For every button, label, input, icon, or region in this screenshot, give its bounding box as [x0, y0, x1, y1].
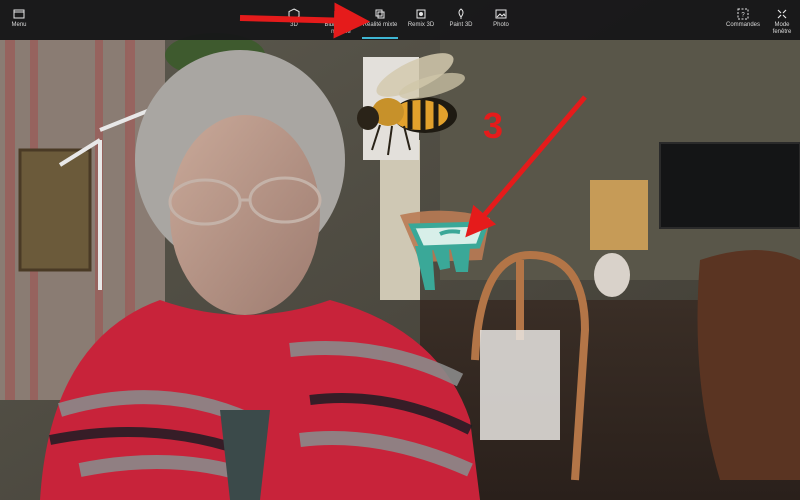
mixed-reality-icon: [375, 9, 385, 19]
camera-view[interactable]: [0, 0, 800, 500]
tv: [659, 142, 800, 229]
commands-label: Commandes: [725, 22, 760, 28]
menu-icon: [13, 9, 25, 19]
top-toolbar: Menu 3D Bibliothèque modèle Réalité mixt…: [0, 0, 800, 40]
tool-photo-label: Photo: [493, 22, 509, 28]
window-mode-button[interactable]: Mode fenêtre: [768, 0, 796, 40]
box-icon: [288, 8, 300, 20]
annotation-step-number: 3: [483, 105, 504, 146]
collapse-icon: [777, 9, 787, 19]
svg-text:?: ?: [741, 13, 745, 19]
tool-library-label: Bibliothèque modèle: [324, 22, 358, 35]
library-icon: [336, 8, 346, 20]
commands-icon: ?: [737, 8, 749, 20]
window-mode-label: Mode fenêtre: [772, 22, 792, 35]
photo-icon: [495, 9, 507, 19]
tool-photo[interactable]: Photo: [486, 0, 516, 40]
armchair: [697, 250, 800, 480]
active-tab-indicator: [362, 37, 398, 39]
tool-remix3d-label: Remix 3D: [407, 22, 435, 28]
tool-3d[interactable]: 3D: [282, 0, 306, 40]
tool-mixed-reality[interactable]: Réalité mixte: [360, 0, 400, 40]
tool-remix3d[interactable]: Remix 3D: [404, 0, 438, 40]
tool-3d-label: 3D: [290, 22, 298, 28]
menu-label: Menu: [11, 22, 27, 28]
tool-mixed-reality-label: Réalité mixte: [362, 22, 398, 28]
painting: [18, 148, 92, 272]
remix-icon: [416, 9, 426, 19]
tool-paint3d[interactable]: Paint 3D: [445, 0, 477, 40]
paint-icon: [458, 8, 464, 19]
tool-library[interactable]: Bibliothèque modèle: [316, 0, 366, 40]
menu-button[interactable]: Menu: [4, 0, 34, 40]
tool-paint3d-label: Paint 3D: [449, 22, 473, 28]
commands-button[interactable]: ? Commandes: [722, 0, 764, 40]
